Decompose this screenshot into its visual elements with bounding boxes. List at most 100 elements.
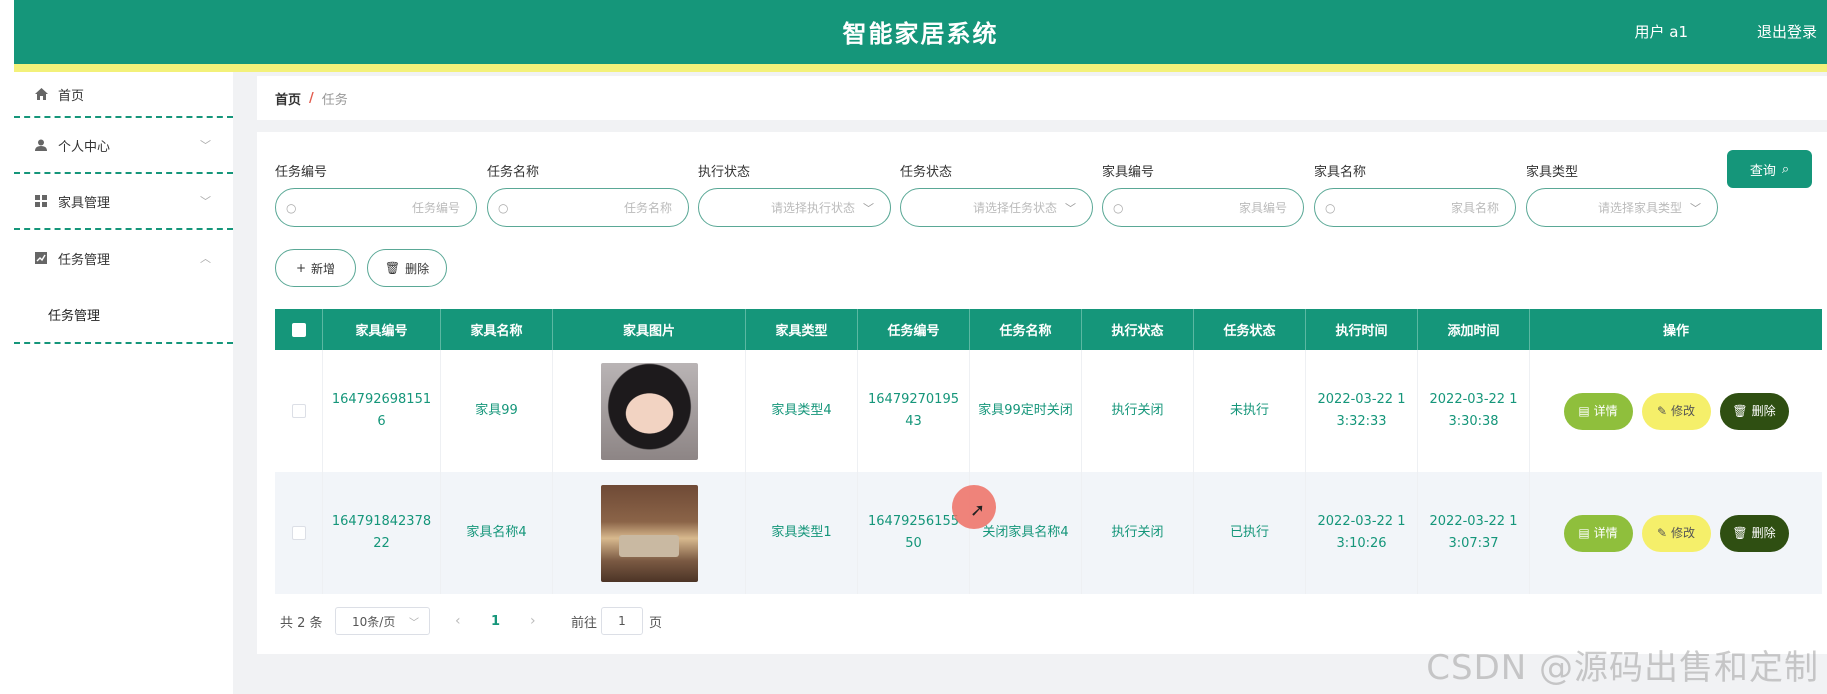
select-placeholder: 请选择任务状态 [972,201,1057,215]
cell-ops: ▤ 详情 ✎ 修改 🗑 删除 [1530,350,1822,472]
sidebar-group-task: 任务管理 ︿ 任务管理 [14,230,233,344]
watermark: CSDN @源码出售和定制 [1426,648,1819,688]
furniture-no-input[interactable]: ○ 家具编号 [1102,188,1304,227]
goto-label: 前往 [571,615,598,631]
chevron-down-icon: ﹀ [863,201,874,215]
sidebar-item-label: 个人中心 [58,139,111,155]
breadcrumb-home[interactable]: 首页 [275,89,301,108]
current-user-label: 用户 a1 [1634,23,1688,41]
cell-task-no: 1647925615550 [858,472,970,594]
filter-label-furniture-name: 家具名称 [1314,165,1367,180]
task-no-input[interactable]: ○ 任务编号 [275,188,477,227]
delete-button[interactable]: 🗑 删除 [1719,514,1789,552]
cell-ops: ▤ 详情 ✎ 修改 🗑 删除 [1530,472,1822,594]
sidebar: 首页 个人中心 ﹀ 家具管理 ﹀ 任务管理 ︿ 任务管理 [14,72,233,694]
task-status-select[interactable]: 请选择任务状态 ﹀ [900,188,1093,227]
col-header: 家具类型 [746,309,858,350]
add-button[interactable]: + 新增 [275,249,356,287]
chevron-up-icon: ︿ [200,252,211,265]
trash-icon: 🗑 [384,261,401,275]
document-icon: ▤ [1578,404,1590,418]
chevron-down-icon: ﹀ [1690,201,1701,215]
search-icon: ○ [1113,200,1124,215]
cell-add-time: 2022-03-22 13:07:37 [1418,472,1530,594]
grid-icon [34,194,48,208]
delete-button-label: 删除 [405,261,430,276]
top-header: 智能家居系统 用户 a1 退出登录 [14,0,1827,64]
cell-furniture-no: 164791842378 22 [323,472,441,594]
cell-task-status: 已执行 [1194,472,1306,594]
header-stripe [14,64,1827,72]
furniture-image [600,484,698,582]
detail-label: 详情 [1593,526,1618,540]
col-header: 操作 [1662,324,1689,339]
query-button[interactable]: 查询 ⌕ [1727,150,1812,188]
col-header: 家具编号 [323,309,441,350]
pencil-icon: ✎ [1656,526,1668,540]
mouse-cursor-icon: ➚ [970,500,986,521]
search-icon: ○ [498,200,509,215]
sidebar-item-furniture[interactable]: 家具管理 ﹀ [14,174,233,230]
cell-furniture-name: 家具名称4 [441,472,553,594]
sidebar-item-label: 首页 [58,88,85,104]
cell-task-name: 家具99定时关闭 [970,350,1082,472]
sidebar-item-task[interactable]: 任务管理 ︿ [14,230,233,286]
chevron-down-icon: ﹀ [409,617,419,629]
delete-button[interactable]: 🗑 删除 [1719,392,1789,430]
col-header: 执行时间 [1306,309,1418,350]
cell-furniture-type: 家具类型4 [746,350,858,472]
filter-label-furniture-type: 家具类型 [1526,165,1579,180]
prev-page-icon[interactable]: ‹ [455,607,461,635]
cell-furniture-type: 家具类型1 [746,472,858,594]
edit-label: 修改 [1671,526,1696,540]
trash-icon: 🗑 [1732,404,1748,418]
col-header: 家具图片 [553,309,746,350]
cell-exec-status: 执行关闭 [1082,350,1194,472]
select-all-checkbox[interactable] [291,322,306,337]
next-page-icon[interactable]: › [530,607,536,635]
input-placeholder: 家具名称 [1450,201,1499,215]
breadcrumb: 首页 / 任务 [257,76,1827,120]
input-placeholder: 任务名称 [623,201,672,215]
page-size-value: 10条/页 [352,614,396,629]
edit-button[interactable]: ✎ 修改 [1641,514,1711,552]
sidebar-item-home[interactable]: 首页 [14,72,233,118]
breadcrumb-separator: / [309,90,314,106]
cell-task-no: 1647927019543 [858,350,970,472]
search-icon: ○ [286,200,297,215]
chevron-down-icon: ﹀ [1065,201,1076,215]
furniture-type-select[interactable]: 请选择家具类型 ﹀ [1526,188,1718,227]
exec-status-select[interactable]: 请选择执行状态 ﹀ [698,188,891,227]
logout-link[interactable]: 退出登录 [1757,21,1817,42]
input-placeholder: 任务编号 [411,201,460,215]
col-header: 任务状态 [1194,309,1306,350]
row-checkbox[interactable] [291,526,306,540]
search-icon: ○ [1325,200,1336,215]
furniture-name-input[interactable]: ○ 家具名称 [1314,188,1516,227]
trash-icon: 🗑 [1732,526,1748,540]
cell-furniture-name: 家具99 [441,350,553,472]
goto-page-input[interactable]: 1 [601,607,643,635]
delete-label: 删除 [1751,404,1776,418]
plus-icon: + [295,261,307,275]
row-checkbox[interactable] [291,404,306,418]
edit-button[interactable]: ✎ 修改 [1641,392,1711,430]
sidebar-subitem-task-manage[interactable]: 任务管理 [14,286,233,342]
task-name-input[interactable]: ○ 任务名称 [487,188,689,227]
filter-label-task-status: 任务状态 [900,165,953,180]
row-select-cell [275,350,323,472]
page-number-current[interactable]: 1 [491,607,500,635]
add-button-label: 新增 [311,261,336,276]
sidebar-item-profile[interactable]: 个人中心 ﹀ [14,118,233,174]
cell-exec-time: 2022-03-22 13:32:33 [1306,350,1418,472]
pagination-total: 共 2 条 [280,615,323,631]
page-size-select[interactable]: 10条/页 ﹀ [335,607,430,635]
furniture-image [600,362,698,460]
filter-label-task-name: 任务名称 [487,165,540,180]
app-title: 智能家居系统 [842,20,999,48]
batch-delete-button[interactable]: 🗑 删除 [367,249,447,287]
detail-button[interactable]: ▤ 详情 [1563,392,1633,430]
detail-button[interactable]: ▤ 详情 [1563,514,1633,552]
select-all-cell [275,309,323,350]
input-placeholder: 家具编号 [1238,201,1287,215]
